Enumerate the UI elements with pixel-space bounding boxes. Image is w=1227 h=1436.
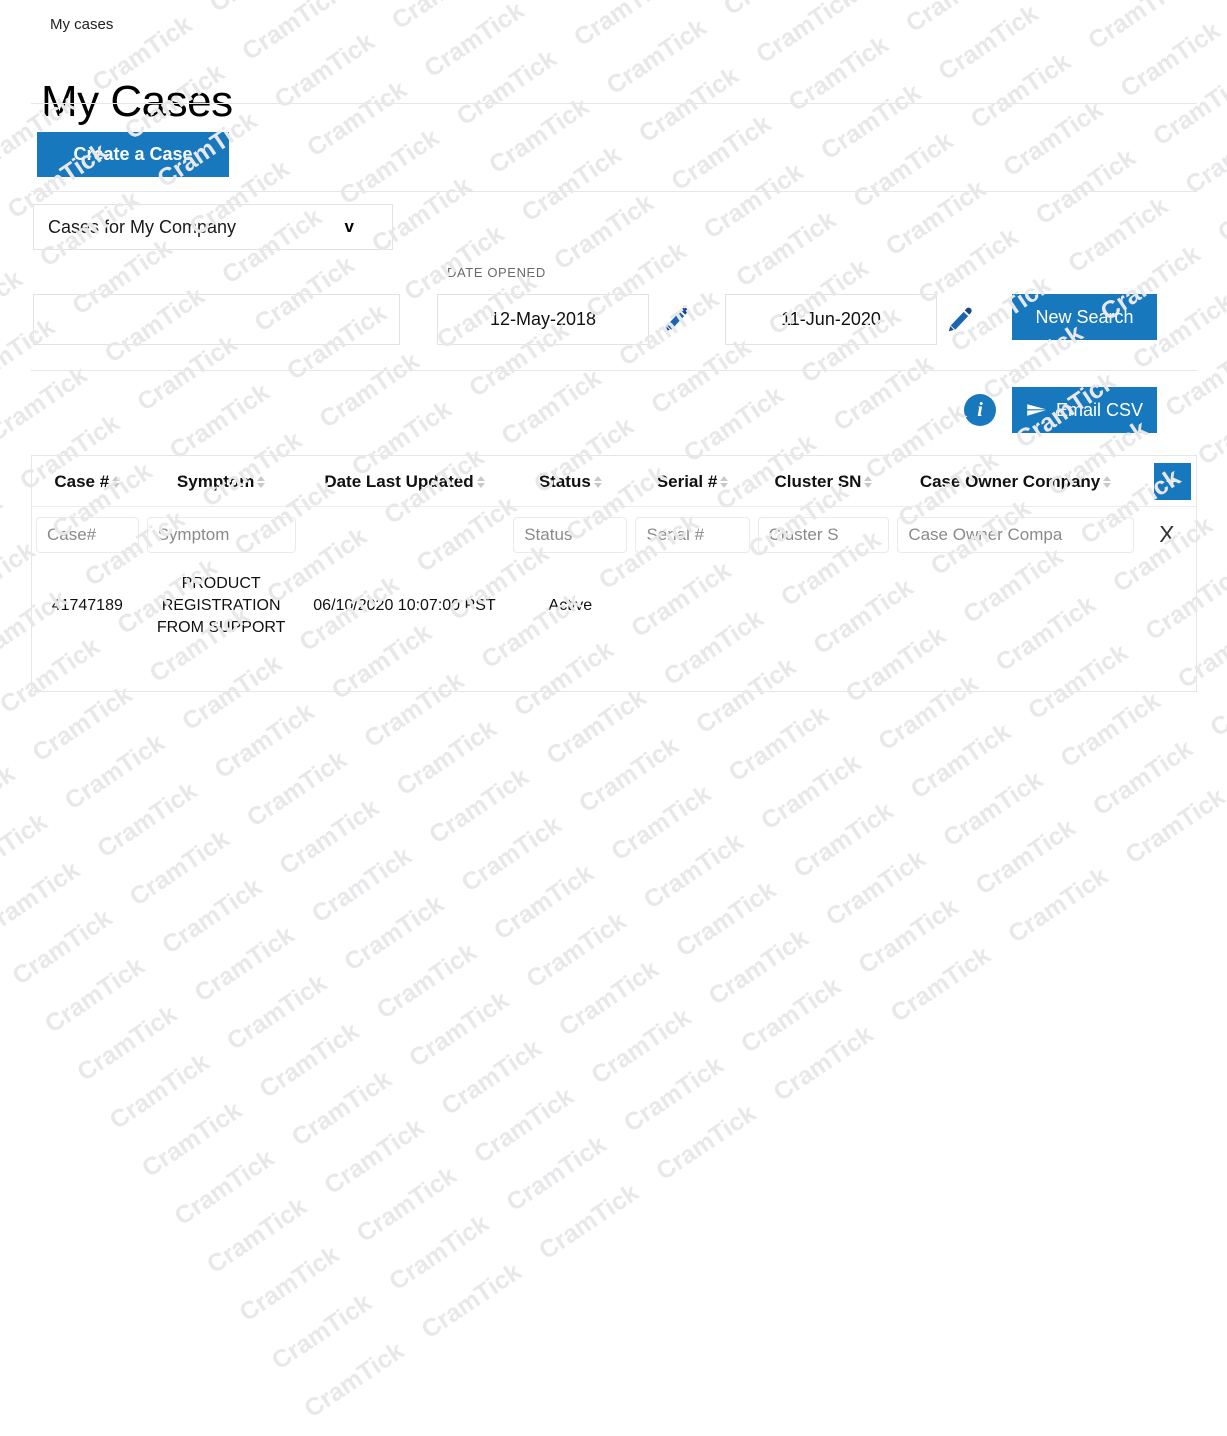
column-header-3[interactable]: Status bbox=[509, 456, 632, 507]
add-column-button[interactable]: + bbox=[1154, 463, 1191, 500]
create-case-button[interactable]: Create a Case bbox=[37, 132, 229, 177]
column-filter-input-1[interactable] bbox=[146, 517, 296, 553]
column-filter-cell-5 bbox=[754, 507, 894, 564]
sort-toggle-icon[interactable] bbox=[476, 476, 485, 488]
clear-filters-cell: X bbox=[1138, 507, 1196, 564]
column-filter-cell-0 bbox=[32, 507, 143, 564]
email-csv-label: Email CSV bbox=[1055, 399, 1144, 420]
column-filter-input-4[interactable] bbox=[635, 517, 750, 553]
date-from-value: 12-May-2018 bbox=[489, 309, 597, 329]
table-header-row: Case # Symptom Date Last Updated Status Seri… bbox=[32, 456, 1196, 507]
keyword-search-input[interactable] bbox=[33, 294, 400, 345]
cell-date_last_updated: 06/10/2020 10:07:00 PST bbox=[313, 597, 496, 614]
column-header-label: Case # bbox=[54, 472, 110, 491]
column-header-label: Case Owner Company bbox=[919, 472, 1101, 491]
column-header-4[interactable]: Serial # bbox=[631, 456, 754, 507]
cases-scope-dropdown-value: Cases for My Company bbox=[48, 216, 237, 237]
sort-toggle-icon[interactable] bbox=[593, 476, 602, 488]
column-filter-cell-4 bbox=[631, 507, 753, 564]
column-header-6[interactable]: Case Owner Company bbox=[893, 456, 1138, 507]
column-filter-input-5[interactable] bbox=[757, 517, 890, 553]
cases-table: + Case # Symptom Date Last Updated Status Se… bbox=[31, 455, 1197, 692]
column-filter-cell-2 bbox=[300, 507, 510, 564]
column-filter-input-0[interactable] bbox=[36, 517, 139, 553]
send-icon bbox=[1026, 402, 1048, 418]
row-spacer-cell bbox=[1138, 563, 1196, 649]
cell-cluster_sn bbox=[754, 563, 894, 649]
cell-serial_number bbox=[631, 563, 753, 649]
info-icon[interactable]: i bbox=[964, 394, 996, 426]
table-filter-row: X bbox=[32, 507, 1196, 564]
cell-symptom: PRODUCT REGISTRATION FROM SUPPORT bbox=[156, 575, 286, 636]
sort-toggle-icon[interactable] bbox=[864, 476, 873, 488]
cell-case_number: 41747189 bbox=[51, 597, 123, 614]
column-filter-cell-6 bbox=[893, 507, 1137, 564]
page-root: My cases My Cases Create a Case Cases fo… bbox=[0, 0, 1227, 723]
column-header-label: Status bbox=[538, 472, 591, 491]
column-filter-input-6[interactable] bbox=[897, 517, 1134, 553]
column-header-1[interactable]: Symptom bbox=[142, 456, 300, 507]
new-search-button[interactable]: New Search bbox=[1012, 294, 1157, 340]
clear-filters-button[interactable]: X bbox=[1159, 523, 1174, 546]
date-to-value: 11-Jun-2020 bbox=[781, 309, 881, 329]
divider-middle bbox=[31, 191, 1197, 192]
sort-toggle-icon[interactable] bbox=[257, 476, 266, 488]
chevron-down-icon: v bbox=[344, 217, 354, 236]
pencil-icon[interactable] bbox=[661, 304, 691, 334]
column-filter-cell-3 bbox=[509, 507, 631, 564]
breadcrumb[interactable]: My cases bbox=[50, 16, 113, 33]
sort-toggle-icon[interactable] bbox=[720, 476, 729, 488]
sort-toggle-icon[interactable] bbox=[1103, 476, 1112, 488]
cases-scope-dropdown[interactable]: Cases for My Company v bbox=[33, 204, 393, 250]
column-header-0[interactable]: Case # bbox=[32, 456, 143, 507]
column-header-2[interactable]: Date Last Updated bbox=[299, 456, 510, 507]
column-header-label: Serial # bbox=[656, 472, 718, 491]
date-from-field[interactable]: 12-May-2018 bbox=[437, 294, 649, 345]
column-header-label: Date Last Updated bbox=[324, 472, 474, 491]
table-row[interactable]: 41747189 PRODUCT REGISTRATION FROM SUPPOR… bbox=[32, 563, 1196, 649]
date-to-field[interactable]: 11-Jun-2020 bbox=[725, 294, 937, 345]
cell-status: Active bbox=[548, 597, 593, 614]
column-header-label: Symptom bbox=[176, 472, 255, 491]
divider-bottom bbox=[31, 370, 1197, 371]
column-header-5[interactable]: Cluster SN bbox=[753, 456, 894, 507]
pencil-icon[interactable] bbox=[945, 304, 975, 334]
divider-top bbox=[31, 103, 1197, 104]
email-csv-button[interactable]: Email CSV bbox=[1012, 387, 1157, 433]
column-filter-cell-1 bbox=[143, 507, 300, 564]
cell-case_owner_company bbox=[893, 563, 1137, 649]
column-filter-input-3[interactable] bbox=[513, 517, 628, 553]
sort-toggle-icon[interactable] bbox=[112, 476, 121, 488]
date-opened-label: DATE OPENED bbox=[447, 265, 546, 280]
column-header-label: Cluster SN bbox=[774, 472, 862, 491]
